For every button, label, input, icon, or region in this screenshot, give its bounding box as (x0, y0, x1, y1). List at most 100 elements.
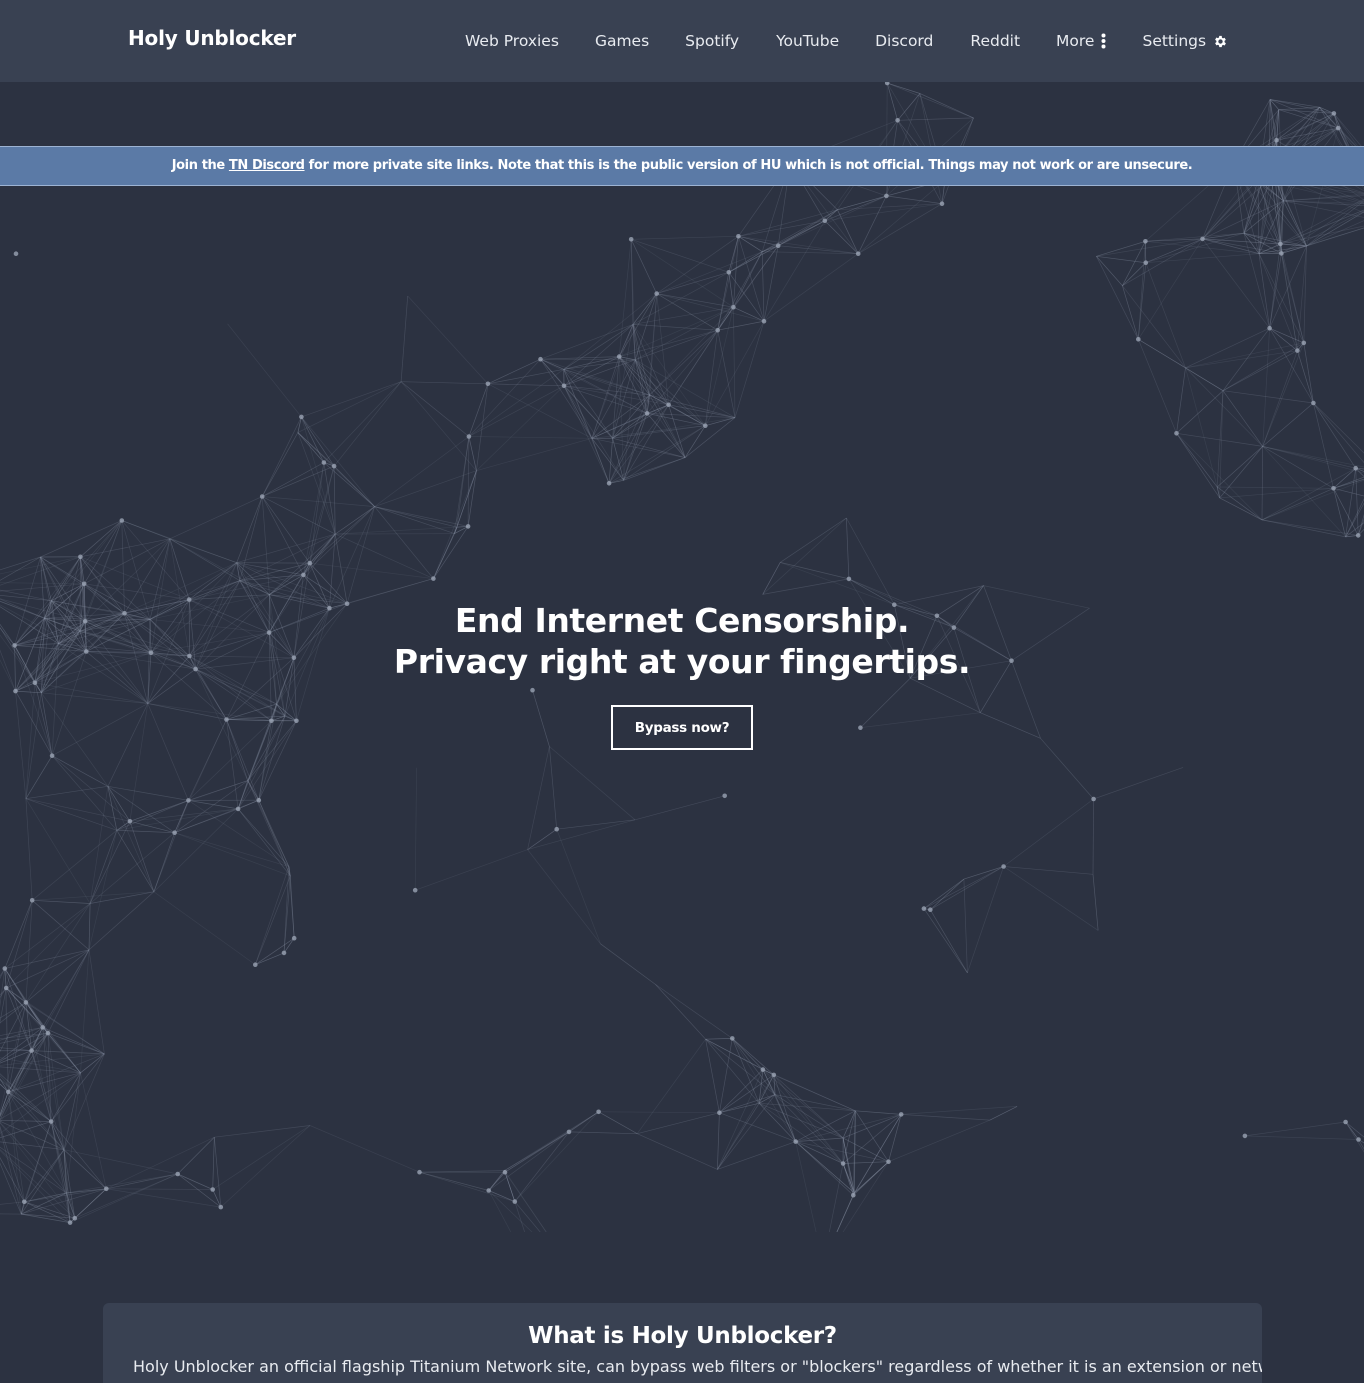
network-link (592, 438, 609, 483)
network-link (1313, 403, 1364, 471)
network-link (823, 1162, 888, 1232)
network-link (1245, 1136, 1359, 1140)
network-link (855, 1111, 888, 1162)
network-node (269, 719, 274, 724)
nav-link-web-proxies[interactable]: Web Proxies (465, 32, 559, 50)
network-link (469, 437, 592, 439)
network-link (32, 900, 90, 903)
network-link (188, 720, 226, 801)
network-link (310, 563, 434, 579)
network-node (1353, 466, 1358, 471)
network-link (0, 557, 41, 593)
network-link (240, 563, 310, 581)
network-link (775, 1095, 855, 1111)
network-link (1313, 403, 1355, 468)
site-logo[interactable]: Holy Unblocker (128, 26, 296, 50)
network-link (476, 386, 564, 471)
nav-link-spotify[interactable]: Spotify (685, 32, 739, 50)
top-navbar: Holy Unblocker Web Proxies Games Spotify… (0, 0, 1364, 82)
network-link (178, 1137, 215, 1174)
notice-banner: Join the TN Discord for more private sit… (0, 146, 1364, 186)
tn-discord-link[interactable]: TN Discord (229, 158, 305, 173)
network-link (66, 1174, 177, 1193)
network-node (417, 1170, 422, 1175)
network-link (8, 1092, 24, 1202)
nav-link-youtube[interactable]: YouTube (776, 32, 839, 50)
network-link (329, 507, 374, 609)
network-node (3, 966, 8, 971)
network-node (128, 819, 133, 824)
network-link (738, 236, 762, 251)
network-link (0, 557, 80, 582)
network-link (221, 1126, 310, 1208)
network-node (120, 518, 125, 523)
network-link (81, 1073, 107, 1189)
network-node (73, 1216, 78, 1221)
network-link (334, 466, 335, 534)
network-link (778, 221, 825, 246)
network-link (763, 1070, 843, 1138)
network-link (1334, 471, 1364, 489)
network-link (41, 693, 148, 704)
network-link (324, 463, 335, 535)
network-link (89, 892, 154, 950)
nav-link-more[interactable]: More (1056, 32, 1106, 50)
network-node (486, 1188, 491, 1193)
network-link (823, 1164, 843, 1233)
network-node (1343, 1120, 1348, 1125)
network-link (505, 1112, 599, 1172)
network-link (1041, 738, 1094, 799)
network-link (32, 900, 89, 950)
network-link (1177, 433, 1263, 520)
network-node (82, 582, 87, 587)
nav-link-games[interactable]: Games (595, 32, 649, 50)
network-link (408, 296, 488, 384)
network-link (32, 950, 89, 1051)
network-link (51, 1073, 80, 1122)
network-link (846, 518, 849, 579)
network-link (775, 1095, 796, 1142)
nav-link-discord[interactable]: Discord (875, 32, 933, 50)
nav-link-more-label: More (1056, 32, 1094, 50)
network-node (260, 494, 265, 499)
network-link (0, 1213, 21, 1214)
nav-menu: Web Proxies Games Spotify YouTube Discor… (465, 28, 1228, 54)
network-link (1146, 233, 1244, 263)
network-link (106, 1189, 221, 1207)
network-link (1283, 201, 1364, 222)
network-node (940, 201, 945, 206)
network-link (1093, 799, 1094, 874)
network-link (106, 1137, 214, 1189)
nav-link-reddit[interactable]: Reddit (970, 32, 1020, 50)
network-link (655, 984, 705, 1039)
network-link (64, 1150, 178, 1174)
network-link (26, 693, 41, 799)
network-link (154, 892, 255, 965)
network-link (557, 829, 601, 944)
network-node (1356, 1137, 1361, 1142)
network-link (148, 704, 189, 801)
network-link (1280, 244, 1297, 351)
network-link (488, 384, 564, 386)
network-link (1356, 468, 1359, 535)
network-node (292, 936, 297, 941)
network-link (592, 438, 624, 480)
nav-link-settings[interactable]: Settings (1142, 32, 1228, 50)
network-node (172, 830, 177, 835)
network-link (1186, 351, 1298, 368)
bypass-now-button[interactable]: Bypass now? (611, 705, 753, 750)
network-link (1177, 433, 1218, 487)
network-link (1220, 446, 1263, 498)
network-link (1280, 206, 1364, 244)
network-link (732, 1038, 775, 1094)
network-link (855, 1111, 856, 1193)
network-node (722, 794, 727, 799)
network-link (738, 236, 858, 253)
network-link (823, 1195, 853, 1232)
network-link (122, 521, 189, 600)
network-node (322, 460, 327, 465)
network-link (599, 1112, 720, 1113)
network-node (645, 411, 650, 416)
network-link (631, 236, 738, 239)
network-link (858, 180, 945, 254)
